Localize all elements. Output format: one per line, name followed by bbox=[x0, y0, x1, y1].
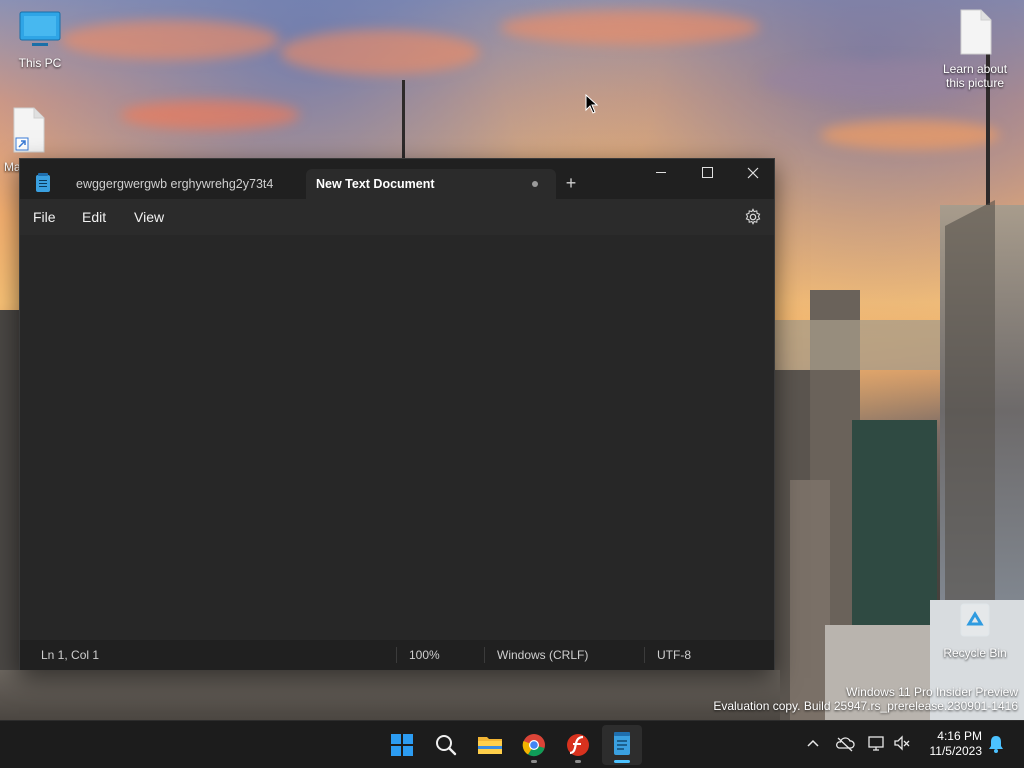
taskbar-clock[interactable]: 4:16 PM 11/5/2023 bbox=[930, 729, 983, 759]
notepad-titlebar[interactable]: ewggergwergwb erghywrehg2y73t4 New Text … bbox=[20, 159, 774, 199]
running-indicator bbox=[575, 760, 581, 763]
tab-document-1[interactable]: ewggergwergwb erghywrehg2y73t4 bbox=[66, 169, 312, 199]
desktop-icon-label: Learn about this picture bbox=[942, 62, 1008, 90]
cloud-offline-icon bbox=[836, 737, 855, 752]
clock-date: 11/5/2023 bbox=[929, 744, 983, 758]
unsaved-dot-icon bbox=[532, 181, 538, 187]
status-divider bbox=[396, 647, 397, 663]
clock-time: 4:16 PM bbox=[937, 729, 982, 743]
watermark-line-1: Windows 11 Pro Insider Preview bbox=[846, 685, 1018, 699]
mouse-cursor-icon bbox=[585, 94, 599, 114]
chevron-up-icon bbox=[807, 739, 819, 747]
computer-icon bbox=[19, 11, 61, 46]
notepad-menubar: File Edit View bbox=[20, 199, 774, 235]
status-cursor-position: Ln 1, Col 1 bbox=[41, 648, 100, 662]
running-indicator bbox=[531, 760, 537, 763]
menu-file[interactable]: File bbox=[33, 199, 56, 235]
menu-edit[interactable]: Edit bbox=[82, 199, 106, 235]
minimize-button[interactable] bbox=[638, 159, 684, 189]
new-tab-button[interactable]: + bbox=[560, 172, 582, 194]
tab-label: New Text Document bbox=[316, 177, 435, 191]
close-icon bbox=[747, 167, 759, 179]
file-icon bbox=[960, 9, 992, 55]
maximize-button[interactable] bbox=[684, 159, 730, 189]
status-divider bbox=[484, 647, 485, 663]
menu-view[interactable]: View bbox=[134, 199, 164, 235]
taskbar-file-explorer[interactable] bbox=[470, 725, 510, 765]
network-tray[interactable] bbox=[866, 731, 886, 758]
bell-icon bbox=[989, 736, 1003, 753]
status-zoom[interactable]: 100% bbox=[409, 640, 440, 670]
desktop-icon-this-pc[interactable]: This PC bbox=[0, 10, 80, 70]
notifications-button[interactable] bbox=[987, 733, 1005, 758]
tab-label: ewggergwergwb erghywrehg2y73t4 bbox=[76, 177, 274, 191]
tab-new-text-document[interactable]: New Text Document bbox=[306, 169, 556, 199]
start-button[interactable] bbox=[382, 725, 422, 765]
windows-logo-icon bbox=[391, 734, 413, 756]
watermark-line-2: Evaluation copy. Build 25947.rs_prerelea… bbox=[713, 699, 1018, 713]
flash-icon bbox=[567, 734, 589, 756]
notepad-window: ewggergwergwb erghywrehg2y73t4 New Text … bbox=[19, 158, 775, 670]
desktop-icon-learn-about-picture[interactable]: Learn about this picture bbox=[935, 8, 1015, 90]
onedrive-tray[interactable] bbox=[835, 731, 855, 758]
taskbar-notepad[interactable] bbox=[602, 725, 642, 765]
status-divider bbox=[644, 647, 645, 663]
notepad-statusbar: Ln 1, Col 1 100% Windows (CRLF) UTF-8 bbox=[20, 640, 774, 670]
network-icon bbox=[868, 736, 884, 751]
recycle-bin-icon bbox=[960, 603, 990, 637]
volume-muted-icon bbox=[894, 735, 910, 751]
desktop-icon-label: Recycle Bin bbox=[943, 646, 1007, 660]
gear-icon[interactable] bbox=[744, 208, 762, 226]
maximize-icon bbox=[701, 167, 713, 179]
taskbar-chrome[interactable] bbox=[514, 725, 554, 765]
folder-icon bbox=[478, 737, 502, 754]
windows-watermark: Windows 11 Pro Insider Preview Evaluatio… bbox=[713, 685, 1018, 713]
desktop-icon-label: This PC bbox=[18, 56, 62, 70]
minimize-icon bbox=[656, 172, 666, 174]
taskbar-flash[interactable] bbox=[558, 725, 598, 765]
text-editor-area[interactable] bbox=[20, 235, 774, 640]
status-line-ending[interactable]: Windows (CRLF) bbox=[497, 640, 588, 670]
search-icon bbox=[436, 735, 457, 756]
status-encoding[interactable]: UTF-8 bbox=[657, 640, 691, 670]
notepad-icon bbox=[614, 732, 630, 755]
file-shortcut-icon bbox=[13, 107, 45, 153]
notepad-icon bbox=[36, 173, 50, 192]
close-button[interactable] bbox=[730, 159, 776, 189]
active-indicator bbox=[614, 760, 630, 763]
desktop-icon-recycle-bin[interactable]: Recycle Bin bbox=[935, 600, 1015, 660]
chrome-icon bbox=[522, 734, 545, 757]
volume-tray[interactable] bbox=[892, 731, 912, 758]
taskbar: 4:16 PM 11/5/2023 bbox=[0, 720, 1024, 768]
search-button[interactable] bbox=[426, 725, 466, 765]
show-hidden-icons-button[interactable] bbox=[805, 731, 821, 758]
